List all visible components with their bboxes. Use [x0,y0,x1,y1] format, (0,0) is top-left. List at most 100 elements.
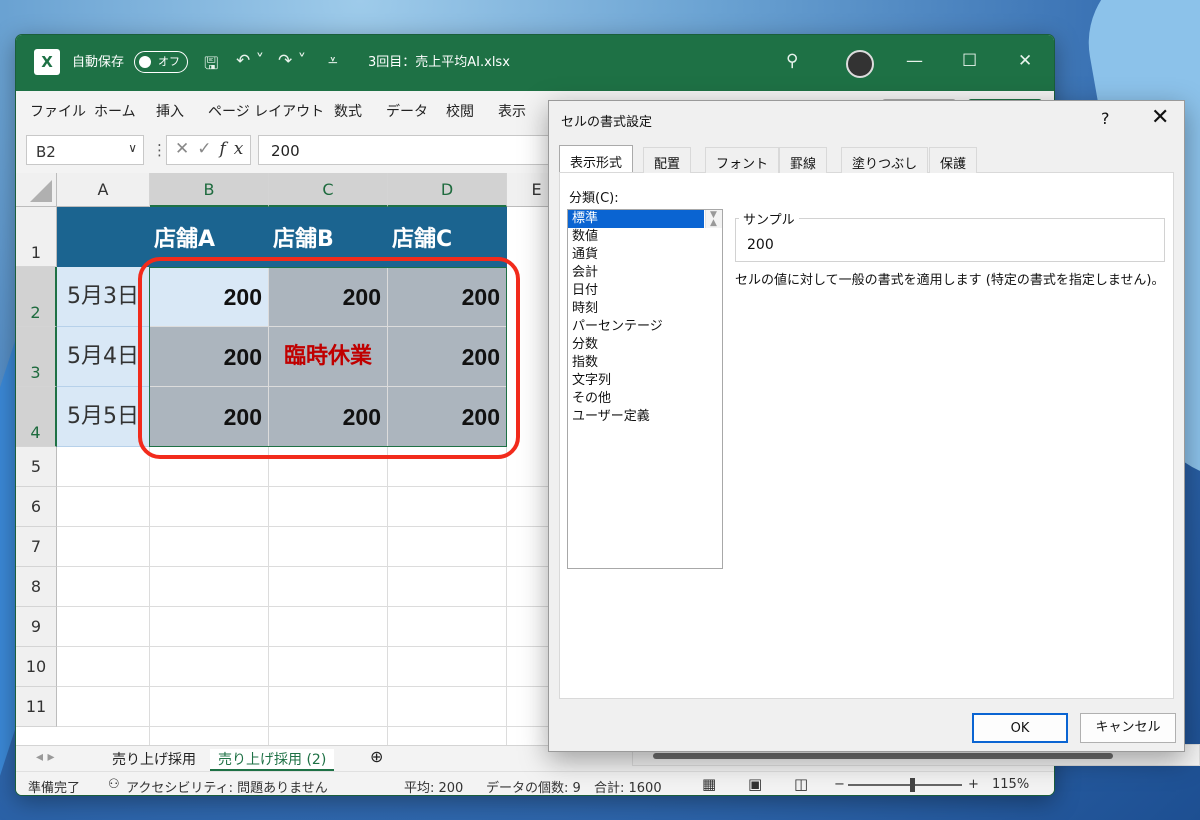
ok-button[interactable]: OK [972,713,1068,743]
menu-view[interactable]: 表示 [498,101,526,121]
cell-b1[interactable]: 店舗A [150,207,269,267]
file-name[interactable]: 3回目：売上平均AI.xlsx [368,51,510,70]
menu-review[interactable]: 校閲 [446,101,474,121]
chevron-down-icon[interactable]: ∨ [128,141,137,155]
row-header-8[interactable]: 8 [16,567,57,607]
tab-fill[interactable]: 塗りつぶし [841,147,929,173]
zoom-out-icon[interactable]: − [834,777,845,792]
enter-icon[interactable]: ✓ [197,139,219,159]
redo-icon[interactable]: ↷ ˅ [278,51,306,71]
cell-d3[interactable]: 200 [388,327,507,387]
autosave-toggle[interactable]: オフ [134,51,188,73]
tab-border[interactable]: 罫線 [779,147,828,173]
cell-c3[interactable]: 臨時休業 [269,327,388,387]
cell-d4[interactable]: 200 [388,387,507,447]
cell-a2[interactable]: 5月3日 [57,267,150,327]
category-item[interactable]: ユーザー定義 [568,408,722,426]
cell-d1[interactable]: 店舗C [388,207,507,267]
search-icon[interactable]: ⚲ [786,51,798,71]
category-item[interactable]: 標準 [568,210,704,228]
page-layout-icon[interactable]: ▣ [748,775,762,793]
cell-d2[interactable]: 200 [388,267,507,327]
row-header-6[interactable]: 6 [16,487,57,527]
sheet-tab-2[interactable]: 売り上げ採用 (2) [210,749,335,771]
accessibility-status[interactable]: アクセシビリティ: 問題ありません [126,777,328,795]
menu-home[interactable]: ホーム [94,101,136,121]
cell-c1[interactable]: 店舗B [269,207,388,267]
row-header-3[interactable]: 3 [16,327,57,387]
normal-view-icon[interactable]: ▦ [702,775,716,793]
category-item[interactable]: 分数 [568,336,722,354]
menu-insert[interactable]: 挿入 [156,101,184,121]
tab-alignment[interactable]: 配置 [643,147,692,173]
cancel-button[interactable]: キャンセル [1080,713,1176,743]
category-item[interactable]: 指数 [568,354,722,372]
page-break-icon[interactable]: ◫ [794,775,808,793]
category-item[interactable]: パーセンテージ [568,318,722,336]
name-box[interactable]: B2 ∨ [26,135,144,165]
format-description: セルの値に対して一般の書式を適用します (特定の書式を指定しません)。 [735,273,1165,288]
tab-protection[interactable]: 保護 [929,147,978,173]
sheet-tab-1[interactable]: 売り上げ採用 [112,749,196,769]
maximize-icon[interactable]: ☐ [962,51,977,71]
row-header-11[interactable]: 11 [16,687,57,727]
zoom-slider[interactable] [848,778,962,792]
select-all-button[interactable] [16,173,57,207]
more-icon[interactable]: ⋮ [152,141,167,159]
close-icon[interactable]: ✕ [1018,51,1032,71]
excel-icon: X [34,49,60,75]
tab-number[interactable]: 表示形式 [559,145,634,172]
category-list[interactable]: 標準 数値 通貨 会計 日付 時刻 パーセンテージ 分数 指数 文字列 その他 … [567,209,723,569]
category-item[interactable]: 文字列 [568,372,722,390]
row-header-2[interactable]: 2 [16,267,57,327]
cancel-icon[interactable]: ✕ [175,139,197,159]
row-header-5[interactable]: 5 [16,447,57,487]
zoom-in-icon[interactable]: + [968,777,979,792]
zoom-level[interactable]: 115% [992,777,1029,792]
category-item[interactable]: その他 [568,390,722,408]
row-header-4[interactable]: 4 [16,387,57,447]
sample-box [735,218,1165,262]
accessibility-icon[interactable]: ⚇ [108,777,120,792]
row-header-10[interactable]: 10 [16,647,57,687]
dialog-close-icon[interactable]: ✕ [1151,105,1169,130]
menu-file[interactable]: ファイル [30,101,86,121]
function-icon[interactable]: fx [220,139,252,159]
menu-formulas[interactable]: 数式 [334,101,362,121]
cell-b2[interactable]: 200 [150,267,269,327]
list-scrollbar[interactable]: ▲ ▼ [705,210,722,228]
menu-data[interactable]: データ [386,101,428,121]
tab-scroll-icon[interactable]: ◂ ▸ [36,749,55,765]
minimize-icon[interactable]: — [906,51,923,71]
cell-c2[interactable]: 200 [269,267,388,327]
category-item[interactable]: 通貨 [568,246,722,264]
row-header-7[interactable]: 7 [16,527,57,567]
cell-c4[interactable]: 200 [269,387,388,447]
column-header-a[interactable]: A [57,173,150,207]
row-header-9[interactable]: 9 [16,607,57,647]
status-ready: 準備完了 [28,781,81,796]
column-header-d[interactable]: D [388,173,507,207]
cell-a1[interactable] [57,207,150,267]
column-header-b[interactable]: B [150,173,269,207]
cell-b4[interactable]: 200 [150,387,269,447]
category-item[interactable]: 数値 [568,228,722,246]
cell-a4[interactable]: 5月5日 [57,387,150,447]
column-header-c[interactable]: C [269,173,388,207]
cell-b3[interactable]: 200 [150,327,269,387]
undo-icon[interactable]: ↶ ˅ [236,51,264,71]
customize-icon[interactable]: ⩡ [328,51,338,71]
add-sheet-icon[interactable]: ⊕ [370,747,383,766]
category-item[interactable]: 時刻 [568,300,722,318]
cell-a3[interactable]: 5月4日 [57,327,150,387]
avatar[interactable] [846,50,874,78]
save-icon[interactable]: 🖫 [204,51,218,80]
tab-font[interactable]: フォント [705,147,780,173]
menu-page-layout[interactable]: ページ レイアウト [208,101,324,121]
scroll-down-icon[interactable]: ▼ [710,206,717,224]
category-item[interactable]: 会計 [568,264,722,282]
help-icon[interactable]: ? [1101,109,1110,128]
row-header-1[interactable]: 1 [16,207,57,267]
category-item[interactable]: 日付 [568,282,722,300]
scroll-thumb[interactable] [653,753,1113,759]
